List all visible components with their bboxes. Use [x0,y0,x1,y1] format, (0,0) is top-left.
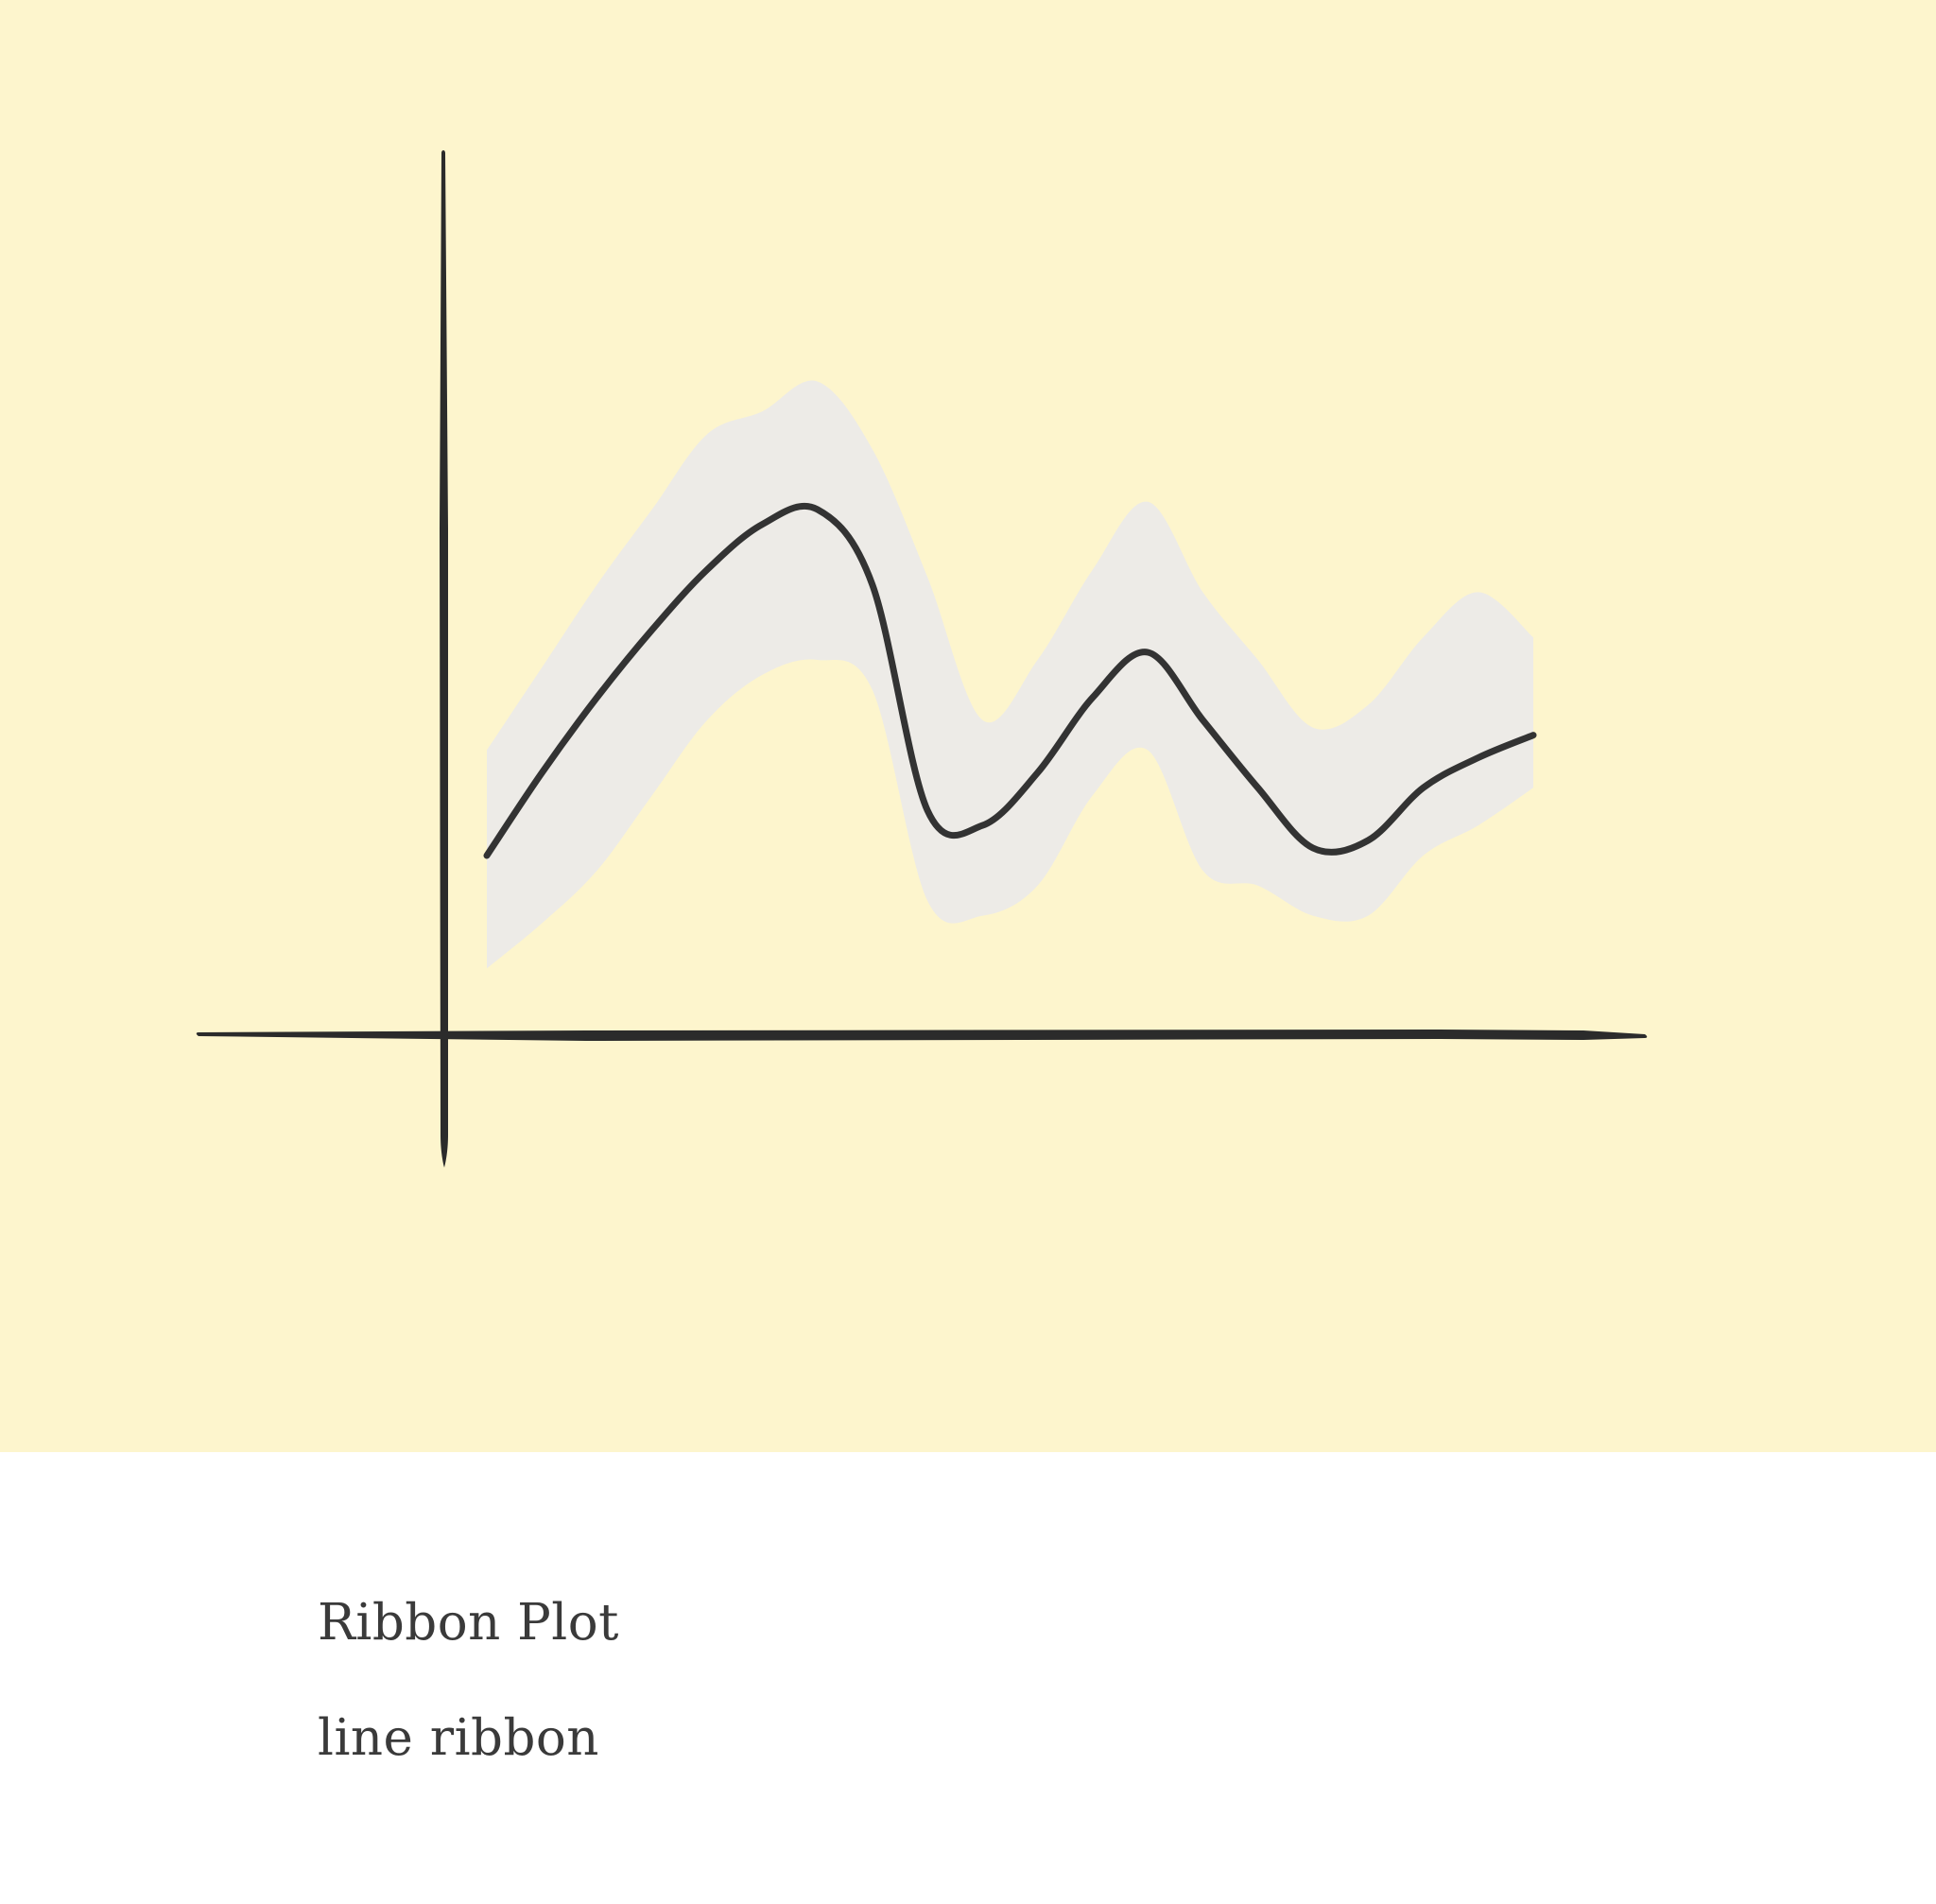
chart-title: Ribbon Plot [318,1594,619,1652]
ribbon-layer [487,380,1533,969]
ribbon-chart [196,150,1648,1168]
y-axis [440,150,448,1168]
chart-card: Ribbon Plot line ribbon [0,0,1936,1904]
x-axis [196,1030,1648,1041]
chart-subtitle: line ribbon [318,1709,599,1767]
plot-panel [0,0,1936,1452]
ribbon-band [487,380,1533,969]
